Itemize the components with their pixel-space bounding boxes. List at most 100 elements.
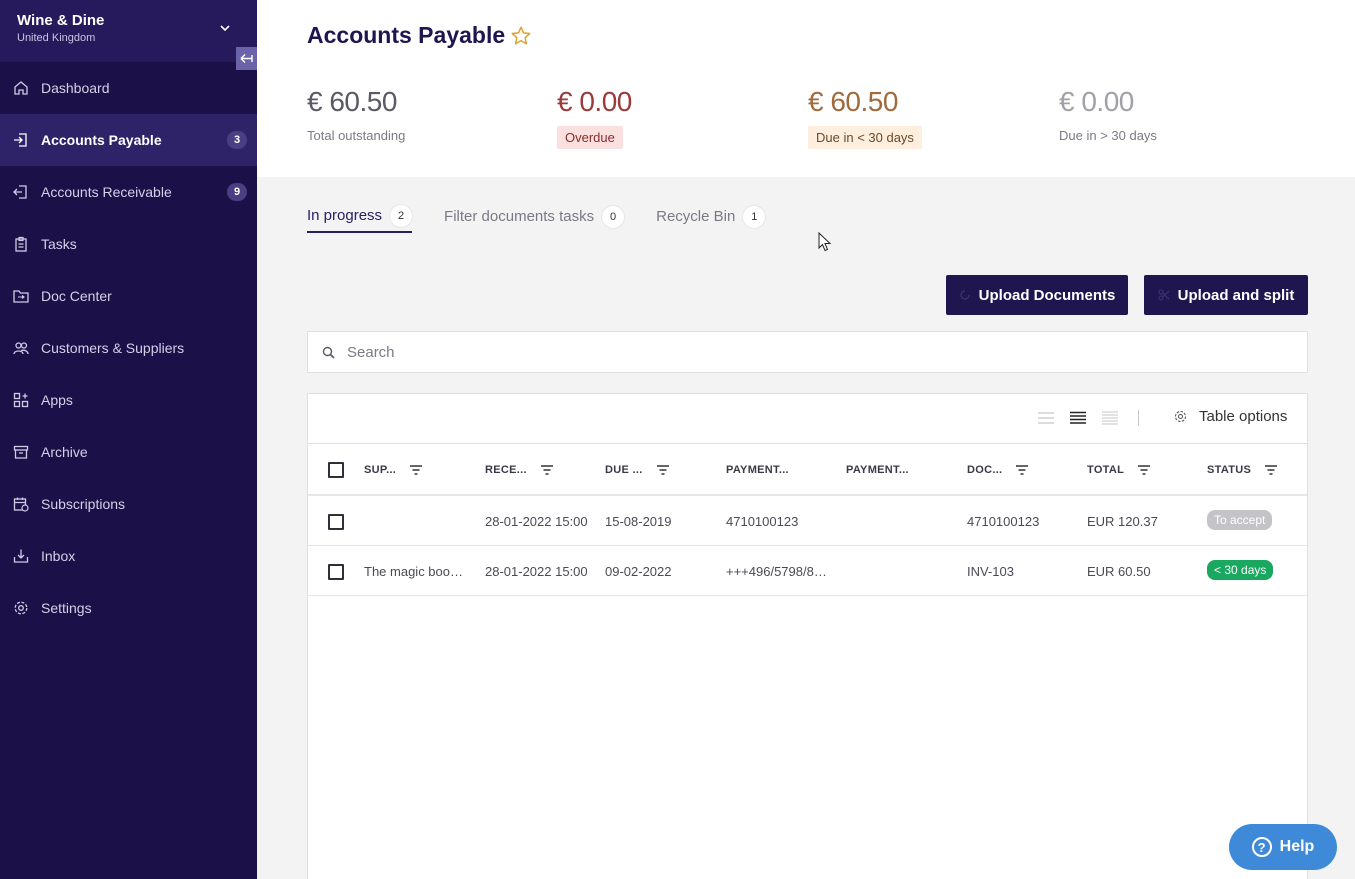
- stat-label: Total outstanding: [307, 128, 406, 143]
- stat-total-outstanding: € 60.50 Total outstanding: [307, 86, 405, 143]
- stat-amount: € 60.50: [307, 86, 397, 117]
- stat-label: Due in > 30 days: [1059, 128, 1157, 143]
- tab-count-badge: 0: [602, 205, 625, 228]
- column-label: PAYMENT...: [726, 464, 789, 476]
- column-label: STATUS: [1207, 464, 1252, 476]
- sidebar-item-label: Accounts Receivable: [41, 184, 172, 200]
- documents-table: Table options SUP... RECE... DUE ... PAY…: [307, 393, 1308, 879]
- sidebar-item-archive[interactable]: Archive: [0, 426, 257, 478]
- column-label: RECE...: [485, 464, 527, 476]
- column-header-payment-1[interactable]: PAYMENT...: [726, 464, 789, 476]
- sidebar-item-accounts-payable[interactable]: Accounts Payable 3: [0, 114, 257, 166]
- company-switcher[interactable]: Wine & Dine United Kingdom: [0, 0, 257, 62]
- refresh-icon: [959, 290, 970, 300]
- column-header-payment-2[interactable]: PAYMENT...: [846, 464, 909, 476]
- tab-label: Recycle Bin: [656, 208, 736, 225]
- table-row[interactable]: The magic boo… 28-01-2022 15:00 09-02-20…: [308, 546, 1307, 596]
- tab-bar: In progress 2 Filter documents tasks 0 R…: [307, 200, 797, 233]
- clipboard-icon: [13, 236, 29, 252]
- tab-label: Filter documents tasks: [444, 208, 595, 225]
- tab-filter-documents-tasks[interactable]: Filter documents tasks 0: [444, 200, 625, 233]
- filter-icon[interactable]: [656, 465, 669, 475]
- sidebar-item-customers-suppliers[interactable]: Customers & Suppliers: [0, 322, 257, 374]
- cell-received: 28-01-2022 15:00: [485, 514, 588, 529]
- filter-icon[interactable]: [540, 465, 553, 475]
- table-toolbar: Table options: [308, 394, 1307, 444]
- column-label: PAYMENT...: [846, 464, 909, 476]
- density-comfortable-icon[interactable]: [1102, 411, 1118, 425]
- chevron-down-icon[interactable]: [219, 22, 231, 34]
- page-title-text: Accounts Payable: [307, 22, 506, 48]
- cell-document: 4710100123: [967, 514, 1040, 529]
- tab-count-badge: 1: [743, 205, 766, 228]
- filter-icon[interactable]: [1138, 465, 1151, 475]
- star-icon[interactable]: [510, 25, 532, 47]
- stat-label: Due in < 30 days: [808, 126, 922, 149]
- sidebar-item-tasks[interactable]: Tasks: [0, 218, 257, 270]
- sidebar-item-apps[interactable]: Apps: [0, 374, 257, 426]
- folder-transfer-icon: [13, 288, 29, 304]
- sidebar-item-dashboard[interactable]: Dashboard: [0, 62, 257, 114]
- stat-overdue[interactable]: € 0.00 Overdue: [557, 86, 632, 149]
- gear-icon: [13, 600, 29, 616]
- stat-amount: € 0.00: [557, 86, 632, 117]
- column-header-document[interactable]: DOC...: [967, 464, 1029, 476]
- sidebar-item-inbox[interactable]: Inbox: [0, 530, 257, 582]
- column-label: SUP...: [364, 464, 397, 476]
- question-icon: ?: [1251, 837, 1272, 857]
- button-label: Upload Documents: [978, 286, 1116, 304]
- home-icon: [13, 80, 29, 96]
- density-default-icon[interactable]: [1070, 411, 1086, 425]
- company-name: Wine & Dine: [17, 12, 105, 29]
- logout-icon: [13, 184, 29, 200]
- cell-due: 09-02-2022: [605, 564, 672, 579]
- column-header-supplier[interactable]: SUP...: [364, 464, 423, 476]
- select-all-checkbox[interactable]: [328, 462, 344, 478]
- cell-supplier: The magic boo…: [364, 564, 463, 579]
- upload-documents-button[interactable]: Upload Documents: [946, 275, 1128, 315]
- search-input[interactable]: [347, 343, 1247, 361]
- archive-icon: [13, 444, 29, 460]
- table-options-label: Table options: [1199, 408, 1288, 425]
- company-country: United Kingdom: [17, 32, 96, 44]
- sidebar: Wine & Dine United Kingdom Dashboard Acc…: [0, 0, 257, 879]
- column-header-total[interactable]: TOTAL: [1087, 464, 1151, 476]
- upload-and-split-button[interactable]: Upload and split: [1144, 275, 1308, 315]
- sidebar-item-subscriptions[interactable]: Subscriptions: [0, 478, 257, 530]
- table-options-button[interactable]: Table options: [1174, 408, 1287, 425]
- sidebar-item-accounts-receivable[interactable]: Accounts Receivable 9: [0, 166, 257, 218]
- table-header: SUP... RECE... DUE ... PAYMENT... PAYMEN…: [308, 444, 1307, 496]
- stat-due-over-30[interactable]: € 0.00 Due in > 30 days: [1059, 86, 1157, 143]
- tab-recycle-bin[interactable]: Recycle Bin 1: [656, 200, 766, 233]
- count-badge: 3: [227, 131, 247, 149]
- cell-document: INV-103: [967, 564, 1014, 579]
- sidebar-item-label: Accounts Payable: [41, 132, 162, 148]
- filter-icon[interactable]: [410, 465, 423, 475]
- row-checkbox[interactable]: [328, 514, 344, 530]
- column-header-due[interactable]: DUE ...: [605, 464, 669, 476]
- tab-in-progress[interactable]: In progress 2: [307, 200, 413, 233]
- sidebar-item-label: Inbox: [41, 548, 76, 564]
- column-header-received[interactable]: RECE...: [485, 464, 553, 476]
- column-header-status[interactable]: STATUS: [1207, 464, 1278, 476]
- status-badge: To accept: [1207, 510, 1273, 530]
- density-compact-icon[interactable]: [1038, 411, 1054, 425]
- stat-due-under-30[interactable]: € 60.50 Due in < 30 days: [808, 86, 922, 149]
- table-row[interactable]: 28-01-2022 15:00 15-08-2019 4710100123 4…: [308, 496, 1307, 546]
- stat-label: Overdue: [557, 126, 623, 149]
- count-badge: 9: [227, 183, 247, 201]
- stat-amount: € 0.00: [1059, 86, 1134, 117]
- filter-icon[interactable]: [1016, 465, 1029, 475]
- sidebar-item-doc-center[interactable]: Doc Center: [0, 270, 257, 322]
- sidebar-item-settings[interactable]: Settings: [0, 582, 257, 634]
- search-bar: [307, 331, 1308, 373]
- mouse-cursor-icon: [818, 232, 832, 252]
- row-checkbox[interactable]: [328, 564, 344, 580]
- sidebar-item-label: Subscriptions: [41, 496, 126, 512]
- button-label: Upload and split: [1177, 286, 1295, 304]
- filter-icon[interactable]: [1265, 465, 1278, 475]
- calendar-icon: [13, 496, 29, 512]
- sidebar-item-label: Apps: [41, 392, 73, 408]
- help-button[interactable]: ? Help: [1229, 824, 1337, 870]
- sidebar-nav: Dashboard Accounts Payable 3 Accounts Re…: [0, 62, 257, 634]
